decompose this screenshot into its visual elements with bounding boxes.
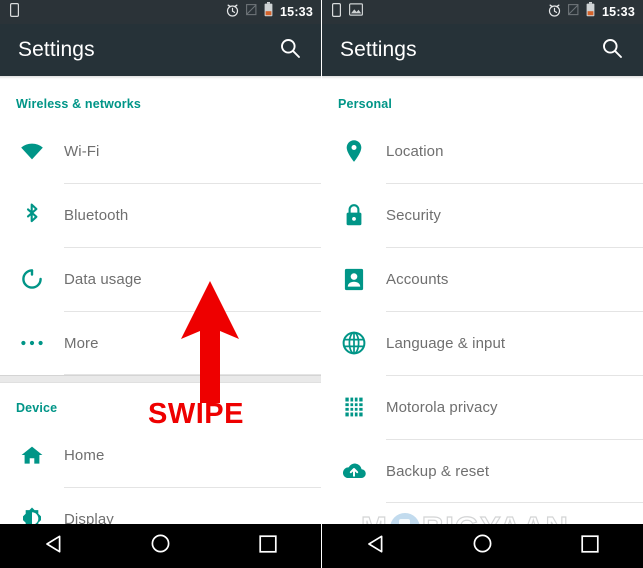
nav-recents-button[interactable] xyxy=(561,524,619,568)
wifi-icon xyxy=(0,141,64,161)
location-pin-icon xyxy=(322,139,386,163)
status-bar-right-icons: 15:33 xyxy=(226,2,313,22)
settings-row-label: More xyxy=(64,334,99,352)
settings-row-more[interactable]: More xyxy=(0,311,321,375)
settings-row-label: Data usage xyxy=(64,270,142,288)
settings-list: Personal Location Security Accounts Lang… xyxy=(322,76,643,568)
nav-recents-button[interactable] xyxy=(239,524,297,568)
spacer xyxy=(0,415,321,423)
sim-card-icon xyxy=(10,2,20,22)
section-header-personal: Personal xyxy=(338,97,393,111)
app-bar: Settings xyxy=(0,24,321,76)
settings-row-label: Bluetooth xyxy=(64,206,129,224)
settings-row-label: Security xyxy=(386,206,441,224)
battery-low-icon xyxy=(264,2,273,22)
settings-row-wifi[interactable]: Wi-Fi xyxy=(0,119,321,183)
navigation-bar xyxy=(0,524,321,568)
settings-row-home[interactable]: Home xyxy=(0,423,321,487)
spacer xyxy=(0,111,321,119)
section-header-device: Device xyxy=(16,401,58,415)
nav-home-button[interactable] xyxy=(454,524,512,568)
settings-row-data-usage[interactable]: Data usage xyxy=(0,247,321,311)
dual-screenshot-comparison: 15:33 Settings Wireless & networks Wi-Fi… xyxy=(0,0,643,568)
home-circle-icon xyxy=(151,534,170,558)
search-button[interactable] xyxy=(595,33,629,67)
status-bar: 15:33 xyxy=(322,0,643,24)
app-bar-actions xyxy=(273,33,307,67)
home-icon xyxy=(0,444,64,466)
recents-square-icon xyxy=(580,534,599,558)
app-bar: Settings xyxy=(322,24,643,76)
battery-low-icon xyxy=(586,2,595,22)
page-title: Settings xyxy=(18,38,95,61)
settings-row-language-input[interactable]: Language & input xyxy=(322,311,643,375)
settings-row-label: Motorola privacy xyxy=(386,398,498,416)
settings-row-security[interactable]: Security xyxy=(322,183,643,247)
left-phone-screen: 15:33 Settings Wireless & networks Wi-Fi… xyxy=(0,0,321,568)
app-bar-actions xyxy=(595,33,629,67)
nav-back-button[interactable] xyxy=(25,524,83,568)
personal-section-rows: Location Security Accounts Language & in… xyxy=(322,119,643,503)
settings-row-accounts[interactable]: Accounts xyxy=(322,247,643,311)
alarm-icon xyxy=(548,3,561,22)
settings-row-motorola-privacy[interactable]: Motorola privacy xyxy=(322,375,643,439)
back-triangle-icon xyxy=(45,534,62,558)
status-bar-clock: 15:33 xyxy=(602,5,635,19)
settings-row-bluetooth[interactable]: Bluetooth xyxy=(0,183,321,247)
settings-row-label: Wi-Fi xyxy=(64,142,100,160)
wireless-section-rows: Wi-Fi Bluetooth Data usage More xyxy=(0,119,321,375)
status-bar-left-icons xyxy=(332,2,364,22)
no-signal-icon xyxy=(246,3,257,21)
settings-row-location[interactable]: Location xyxy=(322,119,643,183)
account-icon xyxy=(322,268,386,291)
recents-square-icon xyxy=(258,534,277,558)
settings-row-label: Language & input xyxy=(386,334,506,352)
sim-card-icon xyxy=(332,2,342,22)
nav-back-button[interactable] xyxy=(347,524,405,568)
nav-home-button[interactable] xyxy=(132,524,190,568)
settings-row-label: Location xyxy=(386,142,444,160)
navigation-bar xyxy=(322,524,643,568)
home-circle-icon xyxy=(473,534,492,558)
lock-icon xyxy=(322,203,386,227)
search-icon xyxy=(279,37,301,64)
status-bar-left-icons xyxy=(10,2,20,22)
back-triangle-icon xyxy=(367,534,384,558)
spacer xyxy=(322,111,643,119)
no-signal-icon xyxy=(568,3,579,21)
search-button[interactable] xyxy=(273,33,307,67)
settings-list: Wireless & networks Wi-Fi Bluetooth Data… xyxy=(0,76,321,568)
status-bar: 15:33 xyxy=(0,0,321,24)
search-icon xyxy=(601,37,623,64)
page-title: Settings xyxy=(340,38,417,61)
bluetooth-icon xyxy=(0,202,64,228)
more-horizontal-icon xyxy=(0,339,64,347)
grid-icon xyxy=(322,396,386,418)
status-bar-clock: 15:33 xyxy=(280,5,313,19)
section-separator xyxy=(0,375,321,383)
settings-row-label: Accounts xyxy=(386,270,449,288)
globe-icon xyxy=(322,331,386,355)
screenshot-icon xyxy=(349,3,364,21)
status-bar-right-icons: 15:33 xyxy=(548,2,635,22)
alarm-icon xyxy=(226,3,239,22)
settings-row-label: Home xyxy=(64,446,105,464)
right-phone-screen: 15:33 Settings Personal Location Securit… xyxy=(322,0,643,568)
data-usage-icon xyxy=(0,267,64,291)
section-header-wireless: Wireless & networks xyxy=(16,97,142,111)
